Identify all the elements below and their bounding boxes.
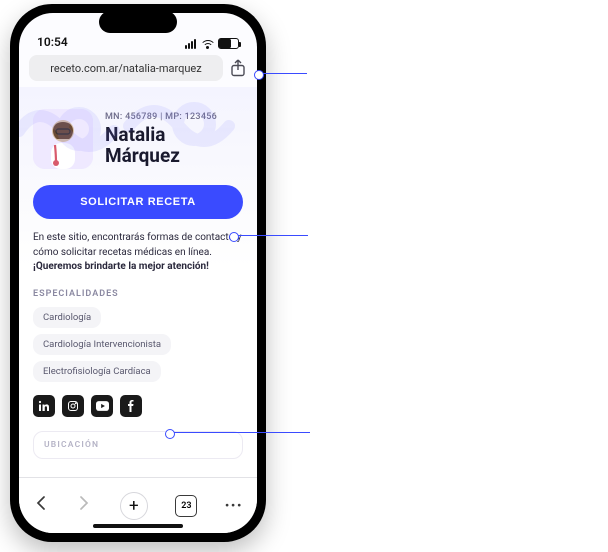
social-links xyxy=(33,395,243,417)
annotation-cta xyxy=(234,235,322,236)
tabs-button[interactable]: 23 xyxy=(175,495,197,517)
location-heading: UBICACIÓN xyxy=(44,440,232,450)
license-numbers: MN: 456789 | MP: 123456 xyxy=(105,112,217,122)
annotation-socials xyxy=(170,432,324,433)
tabs-count: 23 xyxy=(181,501,191,511)
browser-url-bar: receto.com.ar/natalia-marquez xyxy=(19,51,257,87)
request-prescription-button[interactable]: SOLICITAR RECETA xyxy=(33,185,243,219)
location-card: UBICACIÓN xyxy=(33,431,243,459)
speciality-chip: Cardiología Intervencionista xyxy=(33,334,171,355)
forward-icon[interactable] xyxy=(76,495,92,516)
page-content: MN: 456789 | MP: 123456 Natalia Márquez … xyxy=(19,87,257,477)
battery-icon xyxy=(218,38,239,49)
share-icon[interactable] xyxy=(229,57,247,79)
url-field[interactable]: receto.com.ar/natalia-marquez xyxy=(29,55,223,81)
speciality-chip: Electrofisiología Cardíaca xyxy=(33,361,161,382)
phone-frame: 10:54 receto.com.ar/natalia-marquez xyxy=(10,4,266,542)
url-text: receto.com.ar/natalia-marquez xyxy=(50,62,201,75)
back-icon[interactable] xyxy=(33,495,49,516)
status-time: 10:54 xyxy=(37,35,68,49)
wifi-icon xyxy=(200,39,214,49)
annotation-url xyxy=(259,73,321,74)
avatar xyxy=(33,109,93,169)
speciality-chips: Cardiología Cardiología Intervencionista… xyxy=(33,307,243,382)
linkedin-icon[interactable] xyxy=(33,395,55,417)
cellular-signal-icon xyxy=(185,39,196,49)
intro-text: En este sitio, encontrarás formas de con… xyxy=(33,231,243,275)
facebook-icon[interactable] xyxy=(120,395,142,417)
doctor-name: Natalia Márquez xyxy=(105,124,217,167)
home-indicator xyxy=(93,524,183,528)
specialities-heading: ESPECIALIDADES xyxy=(33,289,243,299)
dynamic-island xyxy=(99,11,177,33)
speciality-chip: Cardiología xyxy=(33,307,101,328)
new-tab-button[interactable]: + xyxy=(120,492,148,520)
youtube-icon[interactable] xyxy=(91,395,113,417)
safari-toolbar: + 23 ••• xyxy=(19,477,257,533)
phone-screen: 10:54 receto.com.ar/natalia-marquez xyxy=(19,13,257,533)
more-icon[interactable]: ••• xyxy=(225,499,243,512)
instagram-icon[interactable] xyxy=(62,395,84,417)
